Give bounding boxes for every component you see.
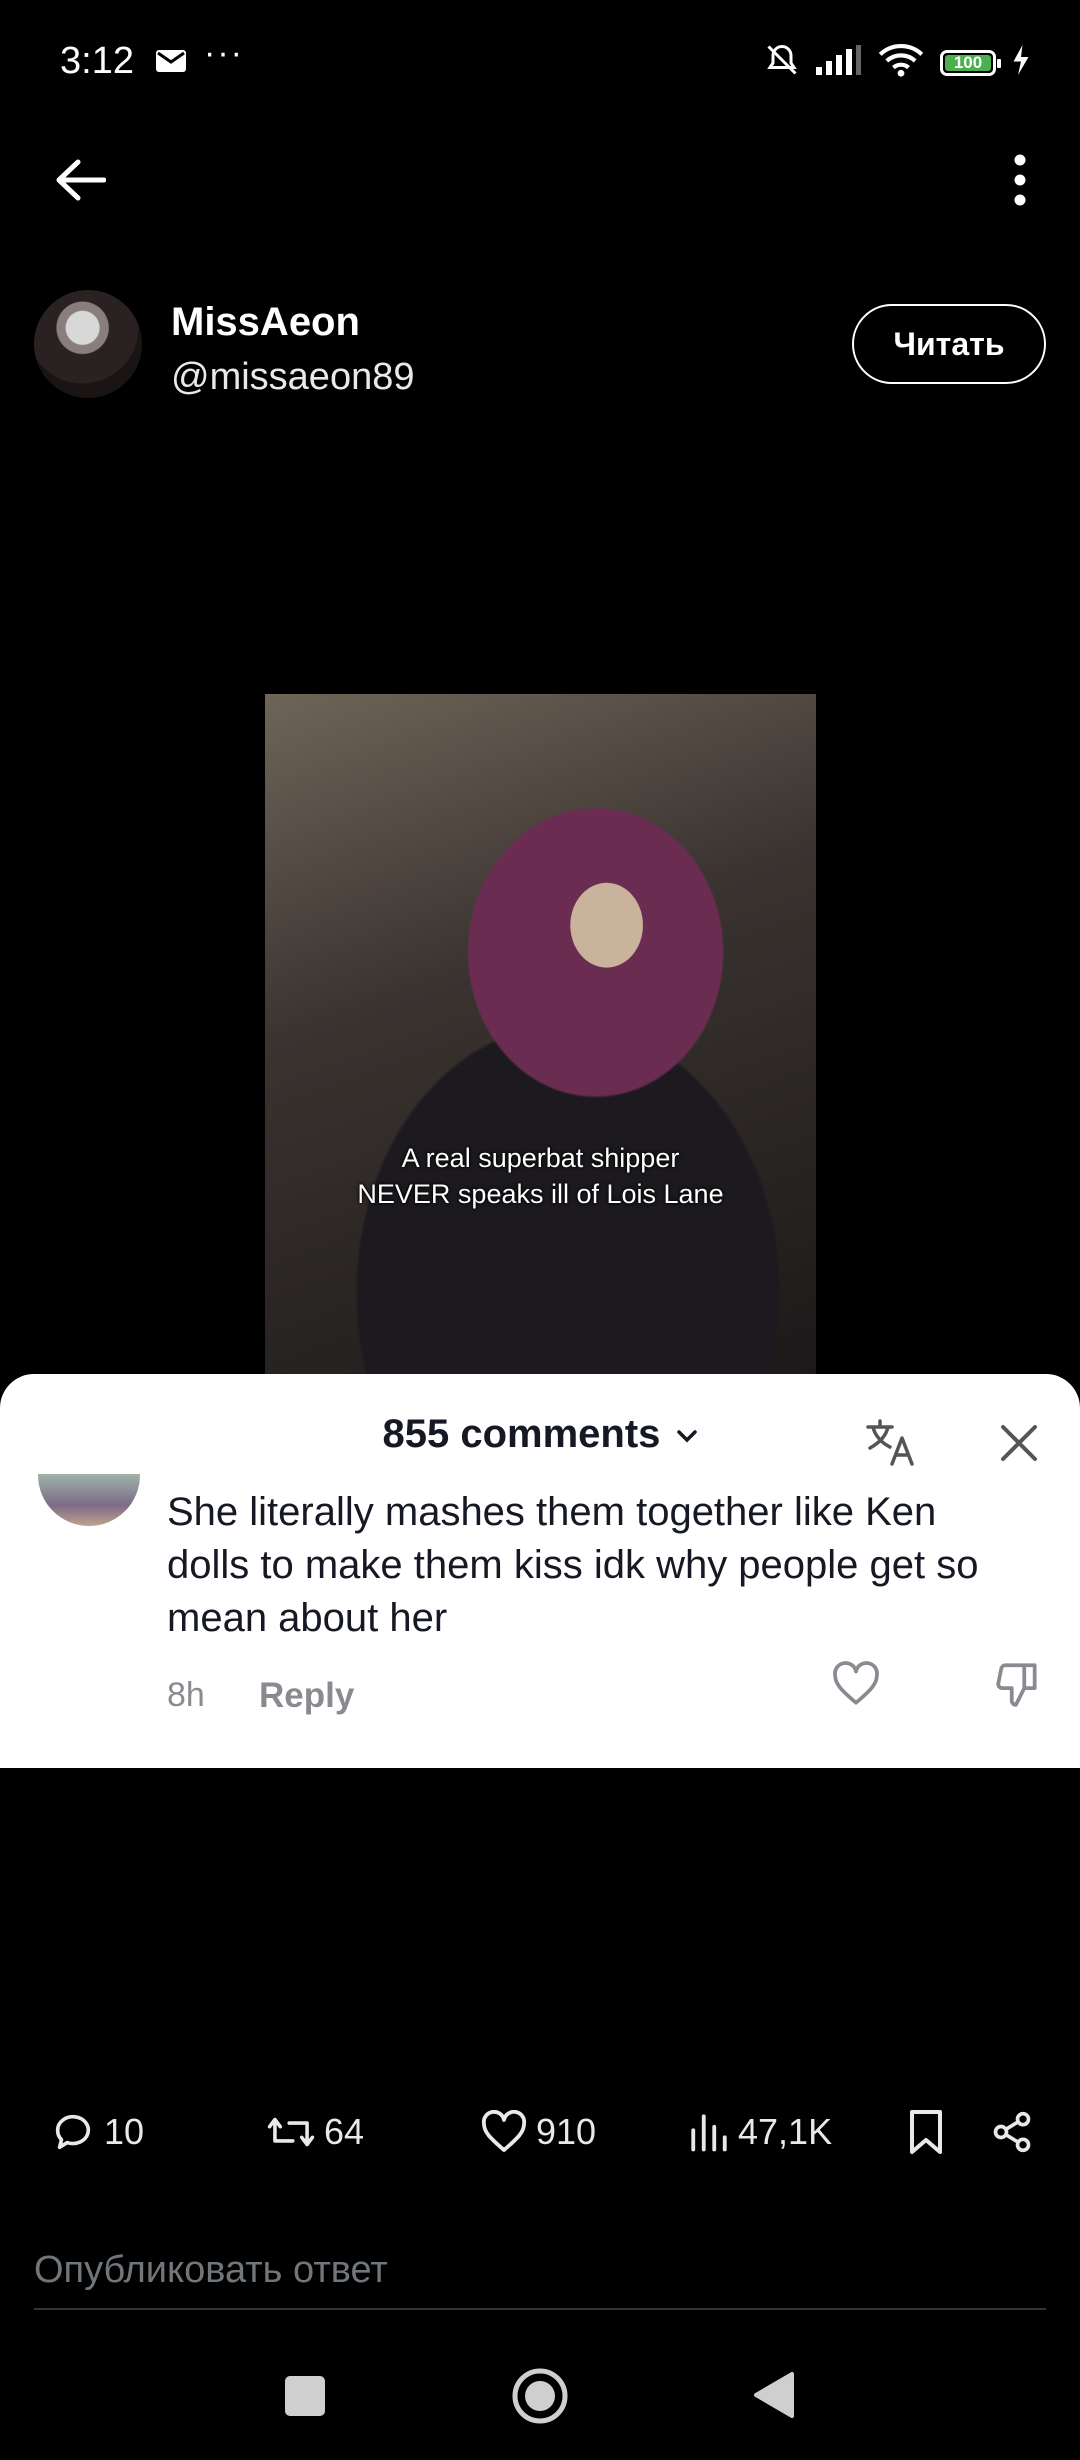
comment-reply-button[interactable]: Reply xyxy=(259,1676,354,1716)
views-action[interactable]: 47,1K xyxy=(688,2100,832,2164)
status-more-indicator: ··· xyxy=(204,34,244,72)
comment-time: 8h xyxy=(167,1676,205,1714)
share-button[interactable] xyxy=(990,2100,1034,2164)
author-handle[interactable]: @missaeon89 xyxy=(171,356,414,399)
home-circle-icon xyxy=(512,2368,568,2424)
reply-action[interactable]: 10 xyxy=(50,2100,144,2164)
close-icon xyxy=(1001,1425,1037,1461)
mail-icon xyxy=(156,50,186,72)
reply-input[interactable]: Опубликовать ответ xyxy=(34,2232,1046,2310)
share-icon xyxy=(993,2111,1031,2153)
mute-icon xyxy=(764,42,800,83)
repost-count: 64 xyxy=(324,2111,365,2152)
system-back-button[interactable] xyxy=(752,2370,796,2420)
bookmark-icon xyxy=(910,2110,942,2154)
author-name[interactable]: MissAeon xyxy=(171,300,360,345)
author-avatar[interactable] xyxy=(34,290,142,398)
chevron-down-icon xyxy=(676,1430,697,1443)
more-vertical-icon xyxy=(1014,154,1026,206)
comment-dislike-button[interactable] xyxy=(990,1656,1046,1712)
views-chart-icon xyxy=(691,2114,727,2152)
battery-level: 100 xyxy=(945,53,991,72)
arrow-left-icon xyxy=(56,159,106,201)
close-comments-button[interactable] xyxy=(994,1414,1044,1472)
post-action-bar: 10 64 910 47,1K xyxy=(0,2100,1080,2164)
follow-button[interactable]: Читать xyxy=(852,304,1046,384)
home-button[interactable] xyxy=(511,2367,569,2425)
commenter-avatar[interactable] xyxy=(38,1474,140,1526)
repost-action[interactable]: 64 xyxy=(266,2100,364,2164)
video-caption: A real superbat shipper NEVER speaks ill… xyxy=(357,1143,724,1209)
comments-count: 855 comments xyxy=(382,1412,661,1456)
charging-icon xyxy=(1012,45,1030,80)
battery-icon: 100 xyxy=(940,49,1001,76)
back-button[interactable] xyxy=(40,150,120,210)
heart-icon xyxy=(481,2110,527,2152)
heart-icon xyxy=(833,1661,879,1705)
translate-button[interactable] xyxy=(862,1414,920,1472)
triangle-back-icon xyxy=(754,2372,794,2418)
wifi-icon xyxy=(878,43,924,82)
more-options-button[interactable] xyxy=(990,150,1050,210)
reply-count: 10 xyxy=(104,2111,145,2152)
comment-text: She literally mashes them together like … xyxy=(167,1490,979,1640)
bookmark-button[interactable] xyxy=(906,2100,946,2164)
thumbs-down-icon xyxy=(996,1663,1037,1707)
recents-button[interactable] xyxy=(285,2376,325,2416)
comments-sheet: 855 comments She literally mashes them t… xyxy=(0,1374,1080,1768)
repost-icon xyxy=(267,2117,315,2147)
status-icons: 100 xyxy=(764,42,1030,83)
comment-like-button[interactable] xyxy=(828,1656,884,1712)
translate-icon xyxy=(866,1419,914,1466)
like-count: 910 xyxy=(536,2111,597,2152)
status-time: 3:12 xyxy=(60,40,134,82)
views-count: 47,1K xyxy=(738,2111,833,2152)
like-action[interactable]: 910 xyxy=(480,2100,596,2164)
post-video[interactable]: A real superbat shipper NEVER speaks ill… xyxy=(265,694,816,1374)
comment-icon xyxy=(55,2114,91,2150)
signal-icon xyxy=(816,45,862,80)
